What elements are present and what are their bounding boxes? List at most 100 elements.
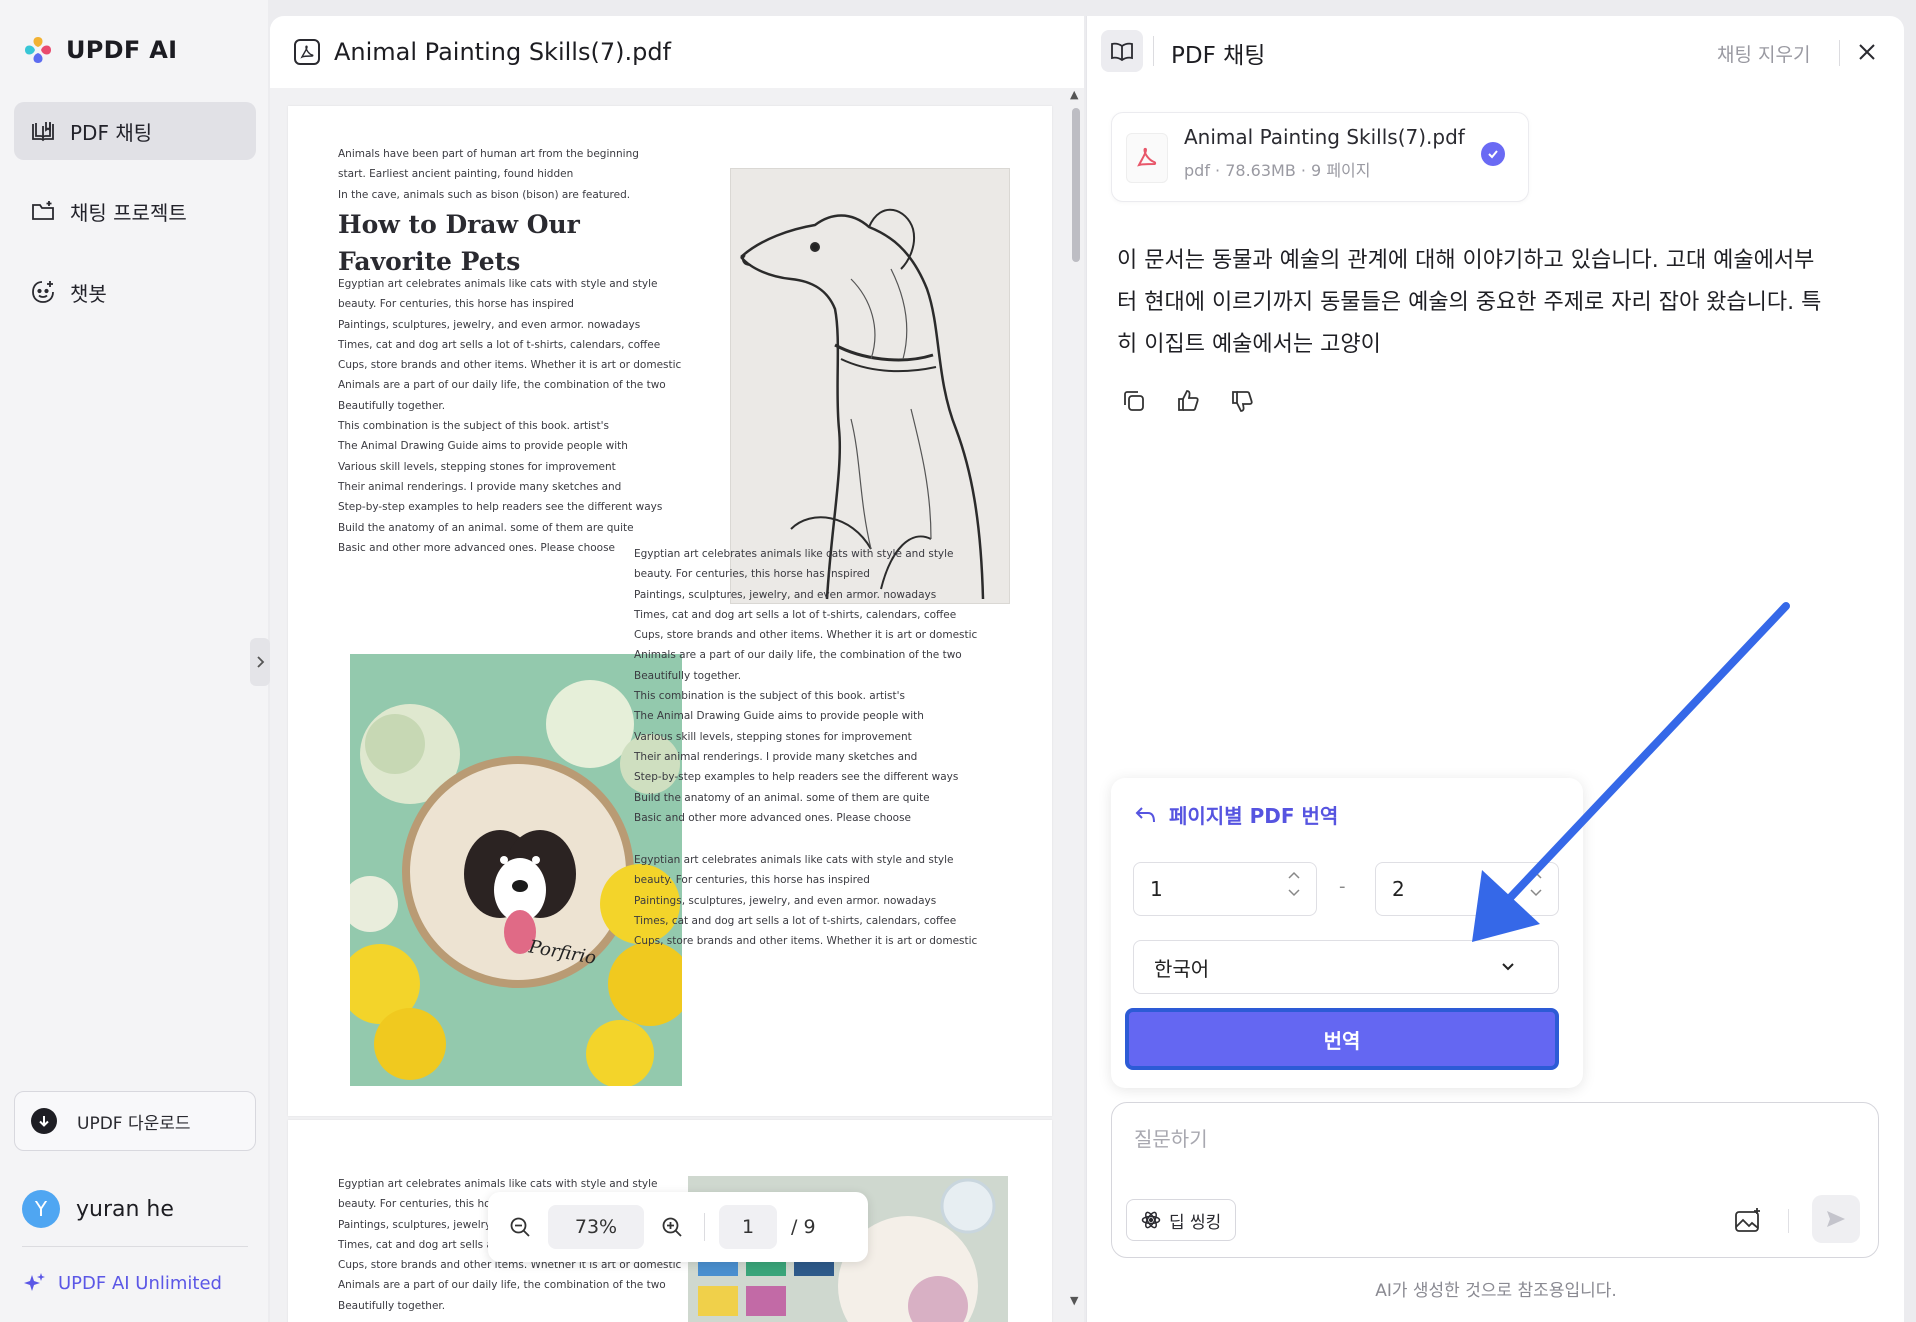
translate-title: 페이지별 PDF 번역	[1169, 804, 1339, 828]
chat-header: PDF 채팅 채팅 지우기	[1087, 16, 1905, 88]
updf-download-button[interactable]: UPDF 다운로드	[14, 1091, 256, 1151]
chat-panel: PDF 채팅 채팅 지우기 Animal Painting Skills(7).…	[1086, 16, 1904, 1322]
send-icon	[1827, 1211, 1845, 1227]
translate-back-button[interactable]: 페이지별 PDF 번역	[1133, 800, 1338, 829]
page-heading: How to Draw Our Favorite Pets	[338, 210, 580, 276]
sidebar-item-label: 채팅 프로젝트	[70, 200, 187, 225]
sidebar-divider	[22, 1246, 248, 1247]
current-page-input[interactable]: 1	[719, 1205, 777, 1249]
download-icon	[31, 1108, 57, 1134]
updf-logo-icon	[25, 37, 51, 63]
close-icon	[1859, 44, 1875, 60]
atom-icon	[1141, 1211, 1161, 1229]
dog-sketch-image	[730, 168, 1010, 604]
toggle-document-button[interactable]	[1101, 30, 1143, 72]
scroll-up-arrow-icon[interactable]: ▲	[1070, 88, 1078, 101]
file-meta: pdf · 78.63MB · 9 페이지	[1184, 161, 1371, 180]
back-arrow-icon	[1135, 806, 1155, 822]
book-open-icon	[1111, 42, 1133, 62]
copy-button[interactable]	[1117, 384, 1151, 418]
translate-button[interactable]: 번역	[1125, 1008, 1559, 1070]
image-upload-button[interactable]	[1732, 1205, 1764, 1237]
to-page-value: 2	[1392, 877, 1405, 901]
bot-face-icon	[32, 281, 54, 303]
range-dash: -	[1339, 876, 1346, 897]
sidebar-item-pdf-chat[interactable]: PDF 채팅	[14, 102, 256, 160]
thumbs-down-button[interactable]	[1225, 384, 1259, 418]
zoom-separator	[704, 1213, 705, 1241]
unlimited-label: UPDF AI Unlimited	[58, 1272, 222, 1294]
total-pages: / 9	[791, 1216, 816, 1238]
intro-paragraph: Animals have been part of human art from…	[338, 148, 639, 201]
zoom-toolbar: 73% 1 / 9	[488, 1192, 868, 1262]
page-translate-panel: 페이지별 PDF 번역 1 - 2 한국어 번역	[1111, 778, 1583, 1088]
ai-disclaimer: AI가 생성한 것으로 참조용입니다.	[1375, 1281, 1617, 1301]
sparkle-icon	[24, 1273, 45, 1291]
from-page-value: 1	[1150, 877, 1163, 901]
chat-title: PDF 채팅	[1171, 43, 1266, 69]
check-icon	[1481, 142, 1505, 166]
zoom-out-button[interactable]	[502, 1209, 538, 1245]
question-input-box[interactable]: 질문하기 딥 씽킹	[1111, 1102, 1879, 1258]
question-input-placeholder[interactable]: 질문하기	[1134, 1123, 1208, 1152]
body-paragraph-3: Egyptian art celebrates animals like cat…	[634, 854, 978, 948]
chevron-up-icon[interactable]	[1530, 871, 1542, 879]
document-title: Animal Painting Skills(7).pdf	[334, 38, 671, 66]
thumbs-up-icon	[1178, 390, 1199, 411]
to-page-input[interactable]: 2	[1375, 862, 1559, 916]
ai-answer-message: 이 문서는 동물과 예술의 관계에 대해 이야기하고 있습니다. 고대 예술에서…	[1117, 248, 1822, 357]
zoom-in-button[interactable]	[654, 1209, 690, 1245]
folder-plus-icon	[32, 201, 54, 220]
thumbs-up-button[interactable]	[1171, 384, 1205, 418]
body-paragraph-2: Egyptian art celebrates animals like cat…	[634, 548, 978, 824]
deep-think-button[interactable]: 딥 씽킹	[1126, 1199, 1237, 1241]
sidebar-item-label: PDF 채팅	[70, 120, 153, 145]
viewer-scroll-thumb[interactable]	[1072, 108, 1080, 262]
viewer-scrollbar[interactable]	[1074, 92, 1084, 1322]
image-add-icon	[1735, 1208, 1760, 1232]
attached-file-card[interactable]: Animal Painting Skills(7).pdf pdf · 78.6…	[1111, 112, 1529, 202]
pdf-file-icon	[294, 39, 320, 65]
sidebar: UPDF AI PDF 채팅 채팅 프로젝트 챗봇 UPDF 다운로드 Y yu…	[0, 0, 268, 1322]
header-separator	[1839, 40, 1840, 66]
user-name: yuran he	[76, 1196, 174, 1222]
download-label: UPDF 다운로드	[77, 1113, 191, 1134]
language-select[interactable]: 한국어	[1133, 940, 1559, 994]
close-button[interactable]	[1853, 38, 1881, 66]
app-window: UPDF AI PDF 채팅 채팅 프로젝트 챗봇 UPDF 다운로드 Y yu…	[0, 0, 1916, 1322]
avatar: Y	[22, 1190, 60, 1228]
updf-ai-unlimited-link[interactable]: UPDF AI Unlimited	[22, 1271, 222, 1295]
brand[interactable]: UPDF AI	[22, 34, 177, 66]
chevron-down-icon	[1502, 963, 1514, 971]
body-paragraph-1: Egyptian art celebrates animals like cat…	[338, 278, 682, 554]
header-separator	[1153, 36, 1154, 66]
answer-actions	[1117, 384, 1259, 418]
chevron-down-icon[interactable]	[1530, 889, 1542, 897]
zoom-out-icon	[510, 1217, 530, 1237]
zoom-level[interactable]: 73%	[548, 1205, 644, 1249]
page-stepper[interactable]	[1530, 871, 1542, 897]
sidebar-item-chat-project[interactable]: 채팅 프로젝트	[14, 182, 256, 240]
from-page-input[interactable]: 1	[1133, 862, 1317, 916]
embroidery-photo-image: Porfirio	[350, 654, 682, 1086]
user-profile[interactable]: Y yuran he	[22, 1190, 174, 1228]
pdf-page-1: Animals have been part of human art from…	[288, 106, 1052, 1116]
copy-icon	[1124, 391, 1144, 411]
file-name: Animal Painting Skills(7).pdf	[1184, 125, 1465, 149]
page-stepper[interactable]	[1288, 871, 1300, 897]
language-value: 한국어	[1154, 956, 1210, 981]
pdf-viewer: Animal Painting Skills(7).pdf Animals ha…	[270, 16, 1084, 1322]
chevron-right-icon	[257, 656, 265, 668]
clear-chat-button[interactable]: 채팅 지우기	[1717, 40, 1810, 67]
input-separator	[1788, 1209, 1789, 1233]
pdf-file-icon	[1126, 133, 1168, 183]
sidebar-item-chatbot[interactable]: 챗봇	[14, 263, 256, 321]
zoom-in-icon	[662, 1217, 682, 1237]
scroll-down-arrow-icon[interactable]: ▼	[1070, 1294, 1078, 1307]
sidebar-item-label: 챗봇	[70, 281, 107, 306]
chevron-down-icon[interactable]	[1288, 889, 1300, 897]
send-button[interactable]	[1812, 1195, 1860, 1243]
chevron-up-icon[interactable]	[1288, 871, 1300, 879]
viewer-header: Animal Painting Skills(7).pdf	[270, 16, 1084, 88]
sidebar-collapse-handle[interactable]	[250, 638, 270, 686]
